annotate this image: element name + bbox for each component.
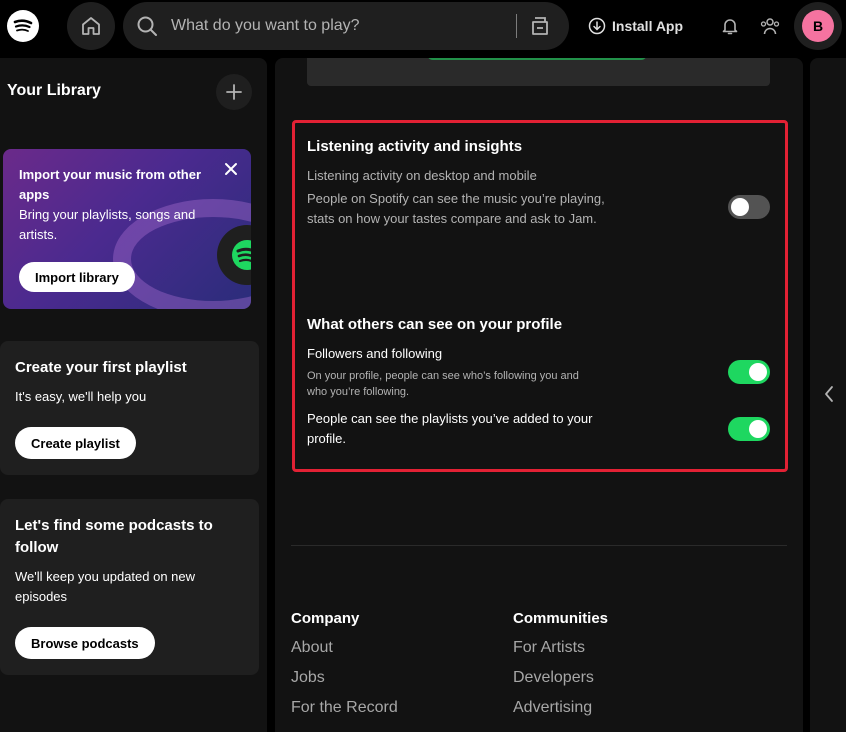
profile-visibility-title: What others can see on your profile: [307, 316, 563, 333]
listening-activity-label: Listening activity on desktop and mobile: [307, 168, 537, 183]
create-playlist-subtitle: It's easy, we'll help you: [15, 389, 147, 404]
search-input[interactable]: [171, 2, 511, 50]
search-divider: [516, 14, 517, 38]
followers-description: On your profile, people can see who’s fo…: [307, 370, 579, 398]
avatar: B: [802, 10, 834, 42]
bell-icon[interactable]: [720, 16, 740, 36]
toggle-knob: [749, 363, 767, 381]
profile-button[interactable]: B: [794, 2, 842, 50]
footer-link-for-the-record[interactable]: For the Record: [291, 699, 398, 729]
install-app-button[interactable]: Install App: [588, 14, 683, 38]
podcasts-card-title: Let's find some podcasts to follow: [15, 517, 213, 556]
playlists-visibility-label: People can see the playlists you’ve adde…: [307, 411, 593, 446]
import-card-subtitle: Bring your playlists, songs and artists.: [19, 207, 196, 242]
podcasts-card: Let's find some podcasts to follow We'll…: [0, 499, 259, 675]
footer-link-for-artists[interactable]: For Artists: [513, 639, 608, 669]
previous-section-block: [307, 58, 770, 86]
followers-label: Followers and following: [307, 346, 443, 361]
browse-podcasts-button[interactable]: Browse podcasts: [15, 627, 155, 659]
toggle-knob: [749, 420, 767, 438]
create-playlist-button[interactable]: Create playlist: [15, 427, 136, 459]
podcasts-card-subtitle: We'll keep you updated on new episodes: [15, 569, 196, 604]
footer-company-heading: Company: [291, 610, 360, 627]
footer-company-column: Company About Jobs For the Record: [291, 610, 398, 729]
footer-communities-column: Communities For Artists Developers Adver…: [513, 610, 608, 729]
settings-main-panel: Listening activity and insights Listenin…: [275, 58, 803, 732]
create-button[interactable]: [216, 74, 252, 110]
library-title[interactable]: Your Library: [7, 82, 101, 100]
playlists-visibility-toggle[interactable]: [728, 417, 770, 441]
toggle-knob: [731, 198, 749, 216]
close-icon[interactable]: [221, 159, 241, 179]
footer-link-about[interactable]: About: [291, 639, 398, 669]
import-music-card: Import your music from other apps Bring …: [3, 149, 251, 309]
search-bar: [123, 2, 569, 50]
search-icon[interactable]: [135, 14, 159, 38]
footer-link-jobs[interactable]: Jobs: [291, 669, 398, 699]
friend-activity-icon[interactable]: [759, 16, 781, 36]
chevron-left-icon[interactable]: [822, 385, 836, 403]
import-card-title: Import your music from other apps: [19, 167, 202, 202]
footer-link-developers[interactable]: Developers: [513, 669, 608, 699]
plus-icon: [226, 84, 242, 100]
listening-activity-description: People on Spotify can see the music you’…: [307, 191, 605, 226]
create-playlist-title: Create your first playlist: [15, 359, 187, 376]
spotify-logo-icon[interactable]: [7, 10, 39, 42]
followers-toggle[interactable]: [728, 360, 770, 384]
create-playlist-card: Create your first playlist It's easy, we…: [0, 341, 259, 475]
home-icon: [82, 17, 100, 35]
install-app-label: Install App: [612, 18, 684, 34]
listening-activity-title: Listening activity and insights: [307, 138, 523, 155]
browse-icon[interactable]: [528, 14, 552, 38]
import-library-button[interactable]: Import library: [19, 262, 135, 292]
footer-communities-heading: Communities: [513, 610, 609, 627]
home-button[interactable]: [67, 2, 115, 50]
top-bar: Install App B: [0, 0, 846, 52]
footer-divider: [291, 545, 787, 546]
download-circle-icon: [588, 17, 606, 35]
green-button-edge: [427, 58, 647, 60]
library-sidebar: Your Library Import your music from othe…: [0, 58, 267, 732]
footer-link-advertising[interactable]: Advertising: [513, 699, 608, 729]
listening-activity-toggle[interactable]: [728, 195, 770, 219]
